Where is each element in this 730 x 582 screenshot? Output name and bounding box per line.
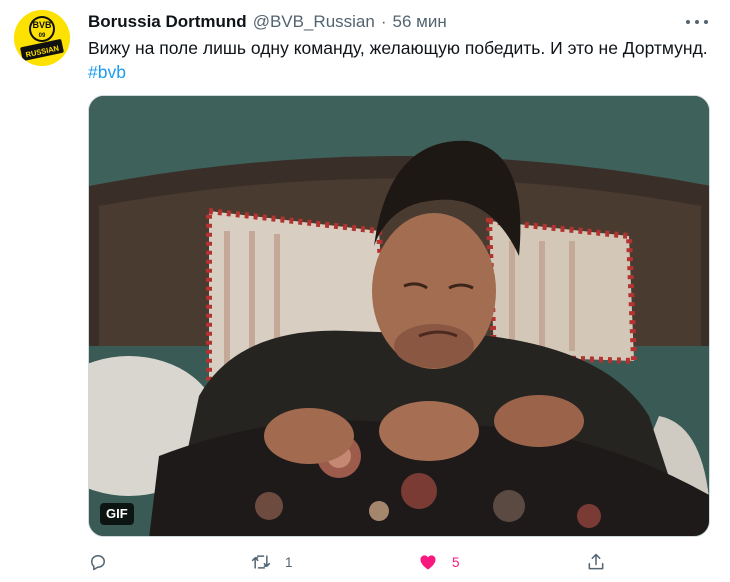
tweet-body: Вижу на поле лишь одну команду, желающую…: [88, 38, 708, 58]
retweet-count: 1: [285, 554, 293, 570]
timestamp[interactable]: 56 мин: [393, 12, 447, 32]
gif-badge: GIF: [100, 503, 134, 525]
separator: ·: [380, 12, 387, 31]
gif-frame-image: [89, 96, 709, 536]
like-button[interactable]: 5: [418, 548, 460, 576]
share-icon: [588, 553, 604, 570]
svg-text:09: 09: [39, 33, 46, 39]
avatar[interactable]: BVB 09 RUSSIAN: [14, 10, 70, 66]
retweet-icon: [251, 555, 271, 569]
more-icon[interactable]: [684, 12, 710, 32]
tweet-text: Вижу на поле лишь одну команду, желающую…: [88, 36, 708, 84]
share-button[interactable]: [586, 548, 606, 576]
reply-button[interactable]: [88, 548, 108, 576]
hashtag-link[interactable]: #bvb: [88, 62, 126, 82]
tweet-actions: 1 5: [88, 548, 710, 576]
author-handle[interactable]: @BVB_Russian: [253, 12, 375, 32]
svg-text:BVB: BVB: [32, 20, 52, 30]
heart-icon: [420, 555, 436, 570]
bvb-logo: BVB 09 RUSSIAN: [14, 10, 70, 66]
reply-icon: [91, 555, 105, 571]
tweet[interactable]: BVB 09 RUSSIAN Borussia Dortmund @BVB_Ru…: [0, 0, 730, 582]
tweet-header: Borussia Dortmund @BVB_Russian · 56 мин: [88, 10, 447, 34]
gif-media[interactable]: [88, 95, 710, 537]
retweet-button[interactable]: 1: [251, 548, 293, 576]
author-name[interactable]: Borussia Dortmund: [88, 12, 247, 32]
like-count: 5: [452, 554, 460, 570]
